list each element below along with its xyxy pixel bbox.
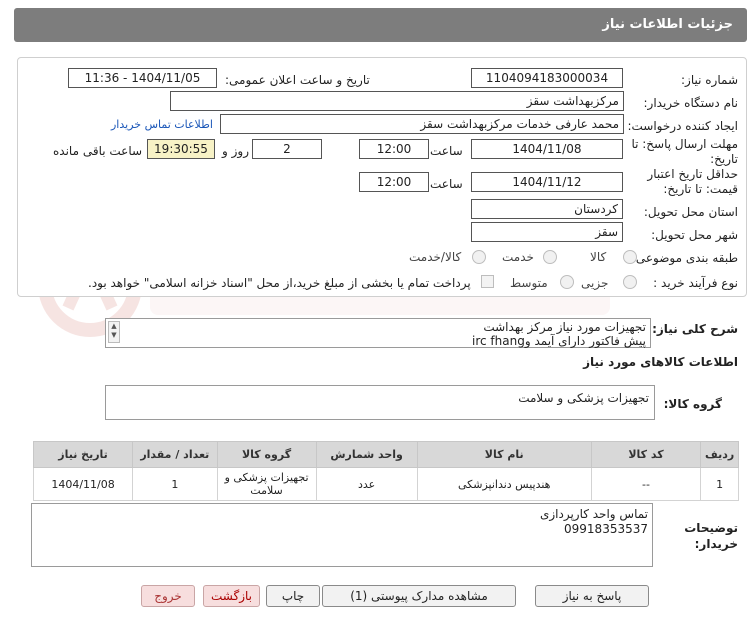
col-row: ردیف	[700, 441, 739, 468]
col-name: نام کالا	[416, 441, 592, 468]
creator-field: محمد عارفی خدمات مرکزبهداشت سقز	[220, 114, 624, 134]
need-number-field: 1104094183000034	[471, 68, 623, 88]
col-code: کد کالا	[590, 441, 702, 468]
treasury-note: پرداخت تمام یا بخشی از مبلغ خرید،از محل …	[88, 276, 471, 290]
goods-group-field: تجهیزات پزشکی و سلامت	[105, 385, 655, 420]
goods-group-value: تجهیزات پزشکی و سلامت	[518, 391, 649, 405]
page-title: جزئیات اطلاعات نیاز	[602, 17, 733, 32]
reply-time-label: ساعت	[430, 144, 463, 158]
treasury-checkbox[interactable]	[481, 275, 494, 288]
validity-label: حداقل تاریخ اعتبار قیمت: تا تاریخ:	[647, 167, 738, 196]
province-field: کردستان	[471, 199, 623, 219]
cell-group: تجهیزات پزشکی و سلامت	[216, 467, 317, 501]
table-row: 1 -- هندپیس دندانپزشکی عدد تجهیزات پزشکی…	[32, 467, 739, 501]
days-field: 2	[252, 139, 322, 159]
description-line2: پیش فاکتور دارای آیمد وirc fhang	[472, 334, 646, 348]
city-field: سقز	[471, 222, 623, 242]
category-option-goods-service: کالا/خدمت	[409, 250, 462, 264]
city-label: شهر محل تحویل:	[651, 228, 738, 242]
notes-line1: تماس واحد کارپردازی	[539, 507, 648, 521]
category-radio-service[interactable]	[543, 250, 557, 264]
province-label: استان محل تحویل:	[643, 205, 738, 219]
cell-code: --	[590, 467, 702, 501]
remaining-time-field: 19:30:55	[147, 139, 215, 159]
process-radio-medium[interactable]	[560, 275, 574, 289]
goods-section-title: اطلاعات کالاهای مورد نیاز	[583, 355, 738, 369]
reply-button[interactable]: پاسخ به نیاز	[535, 585, 649, 607]
description-label: شرح کلی نیاز:	[652, 322, 738, 336]
cell-unit: عدد	[315, 467, 418, 501]
goods-table-header: ردیف کد کالا نام کالا واحد شمارش گروه کا…	[32, 441, 739, 468]
description-line1: تجهیزات مورد نیاز مرکز بهداشت	[483, 320, 646, 334]
cell-name: هندپیس دندانپزشکی	[416, 467, 592, 501]
announce-field: 1404/11/05 - 11:36	[68, 68, 217, 88]
creator-label: ایجاد کننده درخواست:	[627, 119, 738, 133]
buyer-notes-label: توضیحات خریدار:	[684, 521, 738, 551]
category-option-service: خدمت	[502, 250, 534, 264]
scroll-arrows-icon[interactable]: ▲ ▼	[108, 321, 120, 343]
category-option-goods: کالا	[590, 250, 607, 264]
announce-label: تاریخ و ساعت اعلان عمومی:	[225, 73, 370, 87]
buyer-org-field: مرکزبهداشت سقز	[170, 91, 624, 111]
process-label: نوع فرآیند خرید :	[653, 276, 738, 290]
days-label: روز و	[222, 144, 249, 158]
reply-date-field: 1404/11/08	[471, 139, 623, 159]
panel-header: جزئیات اطلاعات نیاز	[14, 8, 747, 42]
category-radio-goods[interactable]	[623, 250, 637, 264]
cell-date: 1404/11/08	[32, 467, 134, 501]
need-number-label: شماره نیاز:	[681, 73, 738, 87]
category-radio-goods-service[interactable]	[472, 250, 486, 264]
validity-time-label: ساعت	[430, 177, 463, 191]
process-option-minor: جزیی	[581, 276, 609, 290]
cell-row: 1	[700, 467, 739, 501]
col-qty: تعداد / مقدار	[132, 441, 218, 468]
goods-table: ردیف کد کالا نام کالا واحد شمارش گروه کا…	[32, 441, 739, 501]
process-option-medium: متوسط	[510, 276, 548, 290]
cell-qty: 1	[132, 467, 218, 501]
col-date: تاریخ نیاز	[32, 441, 134, 468]
col-group: گروه کالا	[216, 441, 317, 468]
buyer-notes-textarea[interactable]: تماس واحد کارپردازی 09918353537	[31, 503, 653, 567]
view-documents-button[interactable]: مشاهده مدارک پیوستی (1)	[322, 585, 516, 607]
buyer-contact-link[interactable]: اطلاعات تماس خریدار	[111, 118, 213, 131]
notes-line2: 09918353537	[564, 522, 648, 536]
reply-deadline-label: مهلت ارسال پاسخ: تا تاریخ:	[631, 137, 738, 166]
back-button[interactable]: بازگشت	[203, 585, 260, 607]
description-textarea[interactable]: ▲ ▼ تجهیزات مورد نیاز مرکز بهداشت پیش فاک…	[105, 318, 651, 348]
remaining-label: ساعت باقی مانده	[53, 144, 143, 158]
print-button[interactable]: چاپ	[266, 585, 320, 607]
validity-time-field: 12:00	[359, 172, 429, 192]
goods-group-label: گروه کالا:	[663, 397, 722, 411]
reply-time-field: 12:00	[359, 139, 429, 159]
validity-date-field: 1404/11/12	[471, 172, 623, 192]
category-label: طبقه بندی موضوعی:	[631, 251, 738, 265]
col-unit: واحد شمارش	[315, 441, 418, 468]
exit-button[interactable]: خروج	[141, 585, 195, 607]
process-radio-minor[interactable]	[623, 275, 637, 289]
buyer-org-label: نام دستگاه خریدار:	[643, 96, 739, 110]
